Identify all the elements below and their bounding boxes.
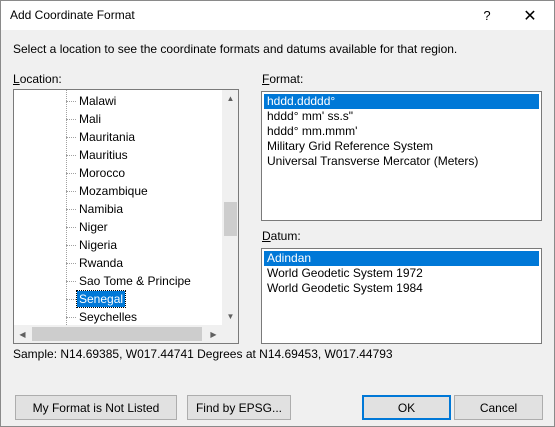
tree-connector	[66, 299, 76, 300]
location-item-label: Mozambique	[79, 184, 148, 198]
datum-item[interactable]: Adindan	[264, 251, 539, 266]
location-item[interactable]: Seychelles	[66, 308, 222, 325]
vertical-scroll-thumb[interactable]	[224, 202, 237, 236]
help-button[interactable]: ?	[467, 1, 507, 30]
tree-connector	[66, 137, 76, 138]
ok-button[interactable]: OK	[362, 395, 451, 420]
location-item-label: Nigeria	[79, 238, 118, 252]
format-list[interactable]: hddd.ddddd° hddd° mm' ss.s" hddd° mm.mmm' M…	[261, 91, 542, 221]
chevron-down-icon: ▼	[226, 312, 235, 321]
tree-connector	[66, 263, 76, 264]
location-item[interactable]: Senegal	[66, 290, 222, 308]
scroll-down-button[interactable]: ▼	[222, 308, 238, 325]
location-item[interactable]: Morocco	[66, 164, 222, 182]
location-item-label: Rwanda	[79, 256, 124, 270]
tree-connector	[66, 119, 76, 120]
format-item[interactable]: hddd° mm' ss.s"	[264, 109, 356, 124]
help-icon: ?	[483, 8, 491, 23]
location-item[interactable]: Mozambique	[66, 182, 222, 200]
location-item-label: Morocco	[79, 166, 126, 180]
datum-item[interactable]: World Geodetic System 1984	[264, 281, 426, 296]
location-label: Location:	[13, 72, 62, 86]
tree-connector	[66, 101, 76, 102]
format-label: Format:	[262, 72, 304, 86]
location-item-label: Seychelles	[79, 310, 138, 324]
location-item[interactable]: Sao Tome & Principe	[66, 272, 222, 290]
title-bar: Add Coordinate Format ? ✕	[1, 1, 554, 30]
scroll-left-button[interactable]: ◀	[14, 325, 31, 343]
window-title: Add Coordinate Format	[10, 8, 135, 22]
tree-connector	[66, 155, 76, 156]
location-item[interactable]: Namibia	[66, 200, 222, 218]
location-tree[interactable]: Malawi Mali Mauritania Mauritius Morocco Moza…	[13, 89, 239, 344]
location-item-label: Mauritania	[79, 130, 136, 144]
tree-connector	[66, 281, 76, 282]
location-item[interactable]: Malawi	[66, 92, 222, 110]
datum-list[interactable]: Adindan World Geodetic System 1972 World G…	[261, 248, 542, 344]
location-vertical-scrollbar[interactable]: ▲ ▼	[222, 90, 238, 325]
tree-connector	[66, 173, 76, 174]
tree-connector	[66, 245, 76, 246]
location-item-label: Namibia	[79, 202, 124, 216]
tree-connector	[66, 209, 76, 210]
close-button[interactable]: ✕	[510, 1, 550, 30]
instruction-text: Select a location to see the coordinate …	[13, 42, 458, 56]
format-item[interactable]: Universal Transverse Mercator (Meters)	[264, 154, 481, 169]
location-item[interactable]: Nigeria	[66, 236, 222, 254]
location-item[interactable]: Rwanda	[66, 254, 222, 272]
cancel-button[interactable]: Cancel	[454, 395, 543, 420]
datum-item[interactable]: World Geodetic System 1972	[264, 266, 426, 281]
scrollbar-corner	[222, 325, 238, 343]
horizontal-scroll-thumb[interactable]	[32, 327, 202, 341]
chevron-left-icon: ◀	[19, 329, 26, 339]
find-by-epsg-button[interactable]: Find by EPSG...	[187, 395, 291, 420]
location-item[interactable]: Mauritius	[66, 146, 222, 164]
tree-connector	[66, 227, 76, 228]
chevron-right-icon: ▶	[210, 329, 217, 339]
chevron-up-icon: ▲	[226, 94, 235, 103]
format-item[interactable]: hddd.ddddd°	[264, 94, 539, 109]
location-item[interactable]: Niger	[66, 218, 222, 236]
scroll-up-button[interactable]: ▲	[222, 90, 238, 107]
location-tree-items: Malawi Mali Mauritania Mauritius Morocco Moza…	[14, 90, 222, 325]
scroll-right-button[interactable]: ▶	[205, 325, 222, 343]
location-item-label: Mali	[79, 112, 102, 126]
location-item-label: Mauritius	[79, 148, 128, 162]
sample-text: Sample: N14.69385, W017.44741 Degrees at…	[13, 347, 393, 361]
location-item-label: Niger	[79, 220, 108, 234]
datum-label: Datum:	[262, 229, 301, 243]
location-item-label: Malawi	[79, 94, 117, 108]
location-item-label: Sao Tome & Principe	[79, 274, 191, 288]
my-format-not-listed-button[interactable]: My Format is Not Listed	[15, 395, 177, 420]
format-item[interactable]: hddd° mm.mmm'	[264, 124, 360, 139]
location-item[interactable]: Mali	[66, 110, 222, 128]
location-horizontal-scrollbar[interactable]: ◀ ▶	[14, 325, 222, 343]
location-item-label: Senegal	[75, 290, 127, 308]
tree-connector	[66, 191, 76, 192]
close-icon: ✕	[523, 7, 537, 25]
location-item[interactable]: Mauritania	[66, 128, 222, 146]
add-coordinate-format-dialog: Add Coordinate Format ? ✕ Select a locat…	[0, 0, 555, 427]
format-item[interactable]: Military Grid Reference System	[264, 139, 436, 154]
tree-connector	[66, 317, 76, 318]
